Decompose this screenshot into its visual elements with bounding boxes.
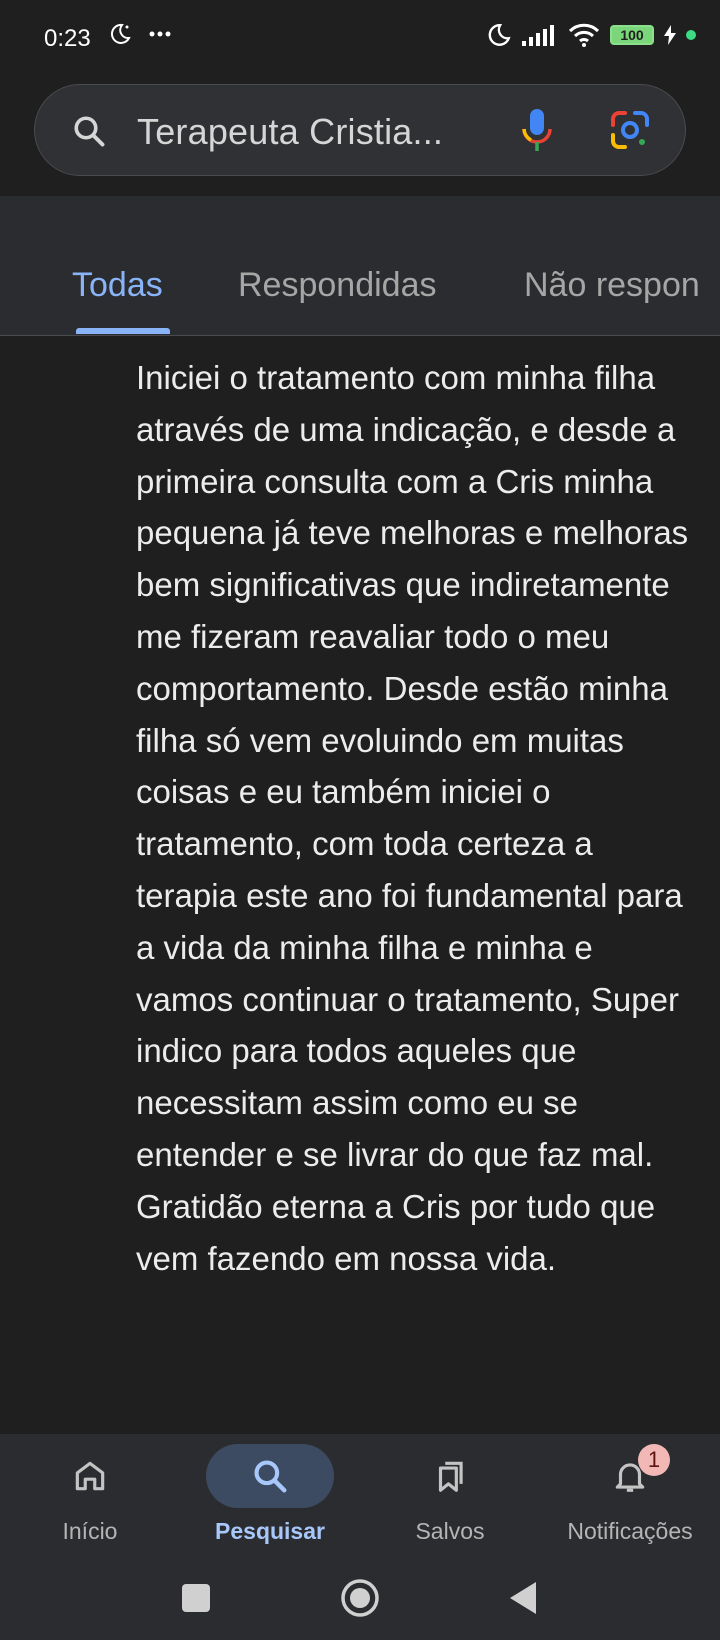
status-time: 0:23 [44, 25, 91, 52]
status-bar: 0:23 100 [0, 0, 720, 78]
nav-label-notificacoes: Notificações [567, 1518, 693, 1544]
nav-item-inicio[interactable]: Início [0, 1434, 180, 1558]
microphone-icon[interactable] [519, 107, 555, 160]
home-icon [26, 1444, 154, 1508]
search-bar[interactable]: Terapeuta Cristia... [34, 84, 686, 176]
battery-icon: 100 [610, 25, 654, 45]
review-text: Iniciei o tratamento com minha filha atr… [136, 359, 689, 1277]
recent-apps-square-icon[interactable] [182, 1584, 210, 1617]
nav-item-notificacoes[interactable]: 1 Notificações [540, 1434, 720, 1558]
home-circle-icon[interactable] [340, 1578, 380, 1623]
back-triangle-icon[interactable] [508, 1580, 538, 1621]
search-input[interactable]: Terapeuta Cristia... [137, 111, 443, 153]
filter-tabs: Todas Respondidas Não respon [0, 196, 720, 336]
charging-bolt-icon [664, 25, 676, 45]
wifi-icon [568, 23, 600, 47]
bookmarks-icon [386, 1444, 514, 1508]
active-tab-indicator [76, 328, 170, 334]
nav-label-pesquisar: Pesquisar [215, 1518, 325, 1544]
google-lens-icon[interactable] [609, 109, 651, 156]
tab-respondidas[interactable]: Respondidas [238, 266, 436, 305]
nav-label-salvos: Salvos [415, 1518, 485, 1544]
more-dots-icon [149, 31, 171, 37]
status-right: 100 [486, 22, 696, 48]
bell-icon [566, 1444, 694, 1508]
tab-todas[interactable]: Todas [72, 266, 163, 305]
bottom-navigation: Início Pesquisar Salvos 1 Notificações [0, 1434, 720, 1558]
signal-icon [522, 25, 554, 46]
search-icon [71, 113, 107, 154]
moon-alarm-icon [110, 23, 131, 44]
system-navigation-bar [0, 1558, 720, 1640]
notification-badge: 1 [638, 1444, 670, 1476]
do-not-disturb-moon-icon [488, 24, 511, 46]
status-left-icons [108, 22, 172, 46]
search-area: Terapeuta Cristia... [0, 78, 720, 196]
tab-nao-respondidas[interactable]: Não respon [524, 266, 700, 305]
battery-level: 100 [620, 27, 644, 43]
nav-label-inicio: Início [62, 1518, 118, 1544]
review-content[interactable]: Iniciei o tratamento com minha filha atr… [0, 336, 720, 1434]
nav-item-salvos[interactable]: Salvos [360, 1434, 540, 1558]
search-icon [206, 1444, 334, 1508]
nav-item-pesquisar[interactable]: Pesquisar [180, 1434, 360, 1558]
privacy-indicator-dot [686, 30, 696, 40]
